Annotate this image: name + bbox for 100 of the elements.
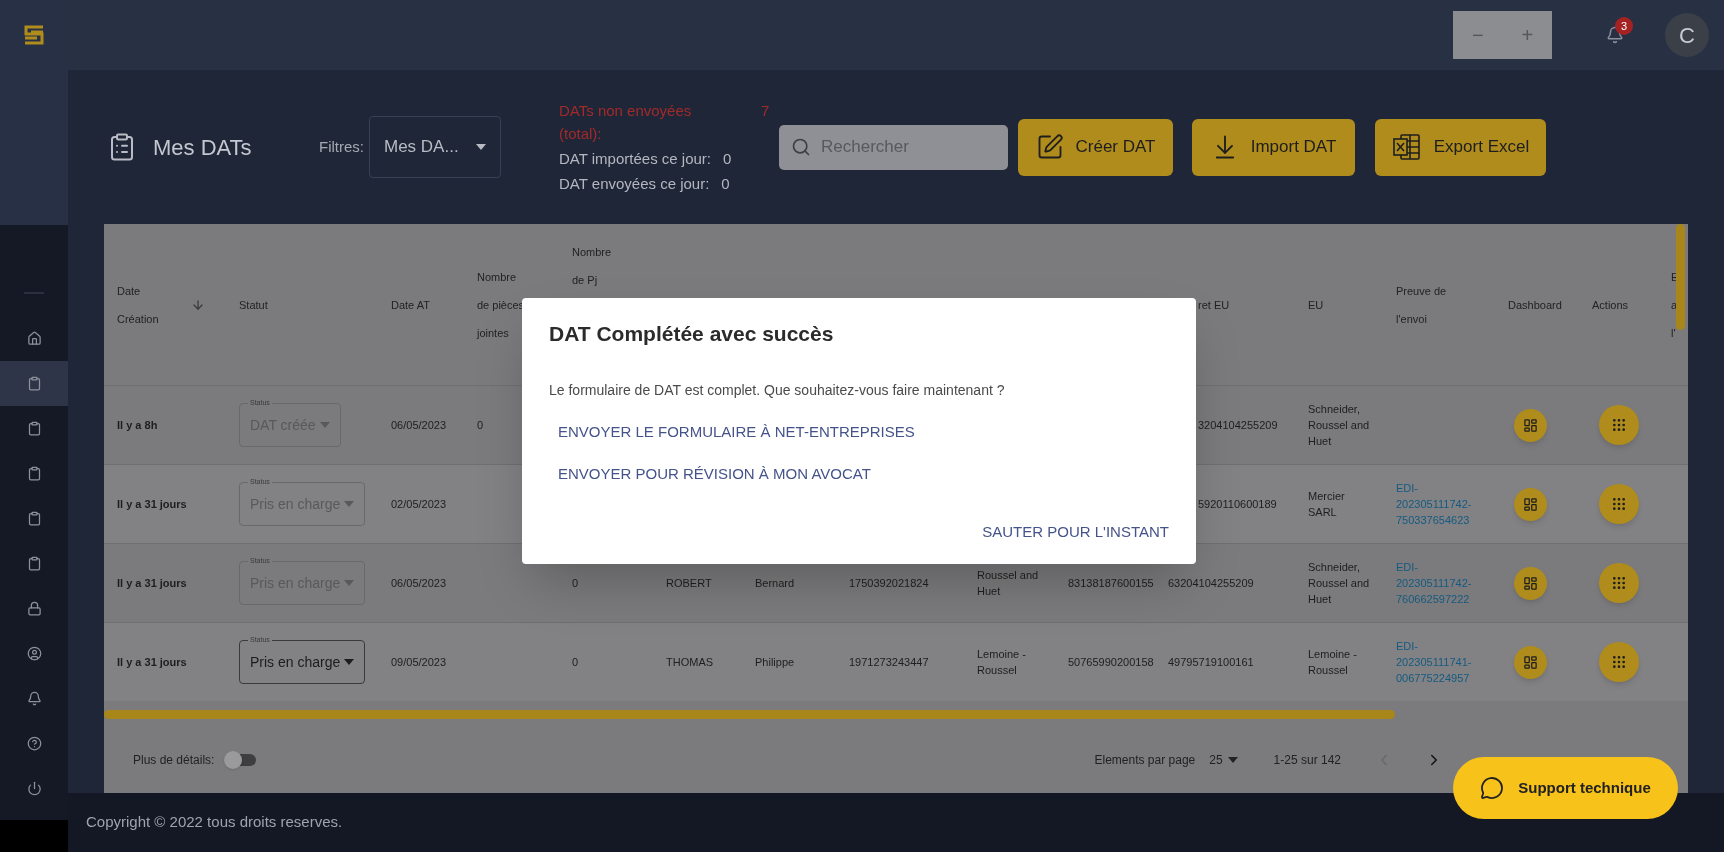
clipboard-icon — [26, 466, 42, 481]
table-cell-text: 06/05/2023 — [391, 418, 447, 433]
dashboard-button[interactable] — [1514, 645, 1547, 679]
clipboard-icon — [26, 421, 42, 436]
skip-button[interactable]: SAUTER POUR L'INSTANT — [982, 514, 1169, 550]
dashboard-button[interactable] — [1514, 566, 1547, 600]
notification-badge: 3 — [1615, 17, 1633, 35]
dashboard-icon — [1523, 575, 1538, 591]
table-cell-text: Mercier SARL — [1308, 489, 1346, 520]
column-header[interactable]: Dashboard — [1508, 290, 1562, 319]
filter-label: Filtres: — [319, 136, 364, 157]
table-cell-text: 0 — [477, 418, 484, 433]
table-cell-text: Lemoine - Roussel — [977, 647, 1027, 678]
stat-value: 0 — [721, 174, 730, 194]
dashboard-icon — [1523, 654, 1538, 670]
sidebar-footer — [0, 820, 68, 852]
table-cell-text: 0 — [572, 576, 579, 591]
horizontal-scrollbar[interactable] — [104, 709, 1395, 719]
table-cell-text: Bernard — [755, 576, 795, 591]
page-title: Mes DATs — [153, 133, 253, 162]
table-cell-text: 02/05/2023 — [391, 497, 447, 512]
logo-icon[interactable] — [23, 24, 45, 46]
grid-icon — [1611, 417, 1627, 433]
table-cell-text: Philippe — [755, 655, 795, 670]
column-header[interactable]: Date Création — [117, 276, 177, 333]
column-header[interactable]: Nombre de Pj — [572, 238, 622, 294]
proof-link[interactable]: EDI-202305111742-750337654623 — [1396, 480, 1486, 528]
table-cell-text: ROBERT — [666, 576, 712, 591]
table-cell-text: 50765990200158 — [1068, 655, 1154, 670]
action-button[interactable]: Import DAT — [1192, 118, 1355, 176]
table-cell-text: 06/05/2023 — [391, 576, 447, 591]
stat-value: 0 — [723, 149, 732, 169]
table-cell-text: Lemoine - Roussel — [1308, 647, 1358, 678]
grid-icon — [1611, 575, 1627, 591]
home-icon — [26, 331, 42, 346]
table-cell-text: 1971273243447 — [849, 655, 929, 670]
notifications-button[interactable]: 3 — [1595, 15, 1635, 55]
stat-value: 7 — [761, 101, 770, 121]
table-cell-text: Schneider, Roussel and Huet — [1308, 402, 1371, 449]
actions-button[interactable] — [1599, 405, 1639, 445]
table-cell-text: Schneider, Roussel and Huet — [1308, 560, 1371, 607]
caret-icon — [1227, 757, 1238, 763]
caret-icon — [476, 144, 486, 150]
dashboard-icon — [1523, 417, 1538, 433]
zoom-in-button[interactable]: + — [1502, 20, 1552, 50]
column-header[interactable]: Statut — [239, 290, 268, 319]
search-field[interactable]: Rechercher — [779, 124, 1008, 170]
table-cell-text: 63204104255209 — [1168, 576, 1254, 591]
caret-icon — [319, 422, 330, 428]
per-page-select[interactable]: 25 — [1209, 751, 1238, 769]
column-header[interactable]: EU — [1308, 290, 1324, 319]
clipboard-icon — [26, 556, 42, 571]
dialog-action[interactable]: ENVOYER LE FORMULAIRE À NET-ENTREPRISES — [549, 414, 924, 451]
dashboard-button[interactable] — [1514, 408, 1547, 442]
table-cell-text: 49795719100161 — [1168, 655, 1254, 670]
table-cell-text: Il y a 31 jours — [117, 576, 187, 591]
help-icon — [26, 736, 42, 751]
stat-label: DATs non envoyées (total): — [559, 101, 693, 144]
avatar[interactable]: C — [1665, 13, 1709, 57]
table-cell-text: 0 — [572, 655, 579, 670]
stat-label: DAT importées ce jour: — [559, 149, 711, 169]
vertical-scrollbar[interactable] — [1676, 224, 1685, 330]
dialog-action[interactable]: ENVOYER POUR RÉVISION À MON AVOCAT — [549, 456, 880, 493]
support-button[interactable]: Support technique — [1453, 757, 1678, 819]
table-cell-text: 1750392021824 — [849, 576, 929, 591]
table-cell-text: Il y a 31 jours — [117, 497, 187, 512]
clipboard-icon — [26, 511, 42, 526]
caret-icon — [344, 580, 355, 586]
details-toggle[interactable] — [224, 754, 257, 766]
column-header[interactable]: Actions — [1592, 290, 1629, 319]
action-button[interactable]: Export Excel — [1375, 118, 1546, 176]
proof-link[interactable]: EDI-202305111741-006775224957 — [1396, 638, 1486, 686]
dashboard-button[interactable] — [1514, 487, 1547, 521]
table-cell-text: 5920110600189 — [1198, 497, 1277, 512]
caret-icon — [344, 659, 355, 665]
sidebar-item[interactable] — [0, 361, 68, 406]
per-page-label: Elements par page — [1094, 752, 1196, 769]
action-button[interactable]: Créer DAT — [1018, 118, 1173, 176]
lock-icon — [26, 601, 42, 616]
actions-button[interactable] — [1599, 484, 1639, 524]
actions-button[interactable] — [1599, 563, 1639, 603]
zoom-out-button[interactable]: − — [1453, 20, 1503, 50]
table-cell-text: Il y a 8h — [117, 418, 158, 433]
stat-label: DAT envoyées ce jour: — [559, 174, 710, 194]
search-icon — [791, 136, 811, 157]
filter-select[interactable]: Mes DA... — [369, 116, 501, 178]
table-cell-text: THOMAS — [666, 655, 714, 670]
power-icon — [26, 781, 42, 796]
actions-button[interactable] — [1599, 642, 1639, 682]
chat-icon — [1480, 776, 1505, 800]
column-header[interactable]: Date AT — [391, 290, 431, 319]
details-label: Plus de détails: — [133, 752, 215, 769]
grid-icon — [1611, 654, 1627, 670]
clipboard-icon — [26, 376, 42, 391]
table-cell-text: 3204104255209 — [1198, 418, 1278, 433]
bell-icon — [26, 691, 42, 706]
table-cell-text: 83138187600155 — [1068, 576, 1154, 591]
dashboard-icon — [1523, 496, 1538, 512]
copyright-text: Copyright © 2022 tous droits reserves. — [86, 812, 343, 833]
column-header[interactable]: Preuve de l'envoi — [1396, 276, 1466, 333]
